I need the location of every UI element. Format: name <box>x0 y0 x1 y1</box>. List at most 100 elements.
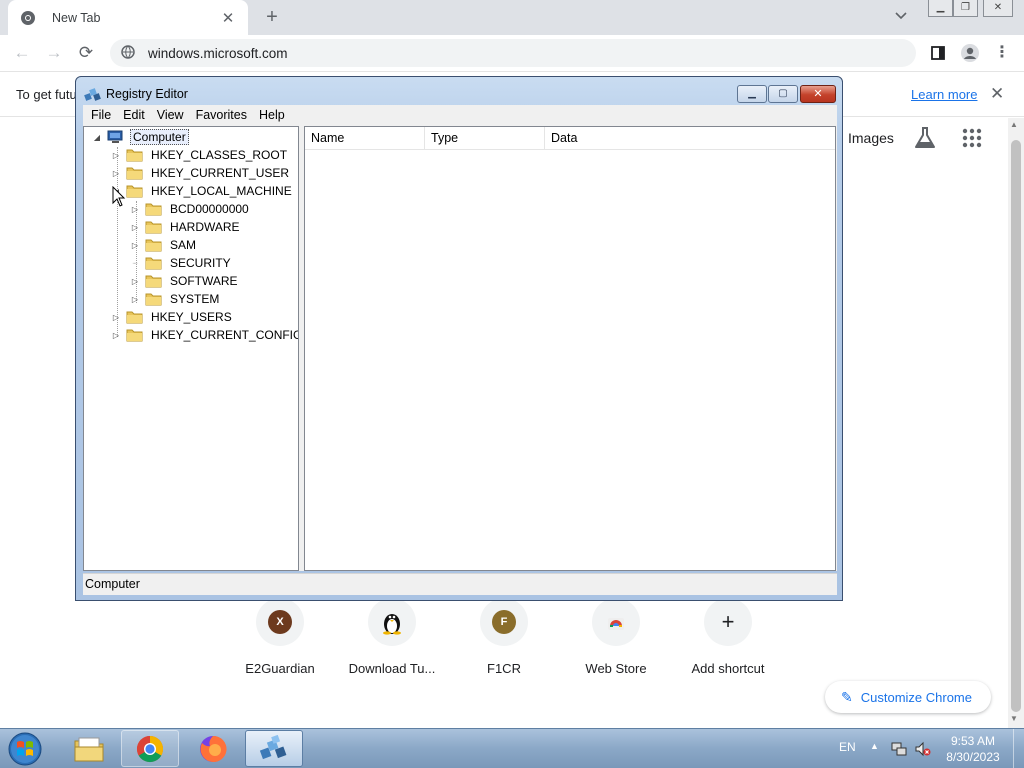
tree-node-hkey-users[interactable]: ▷ HKEY_USERS <box>111 308 234 326</box>
tree-label: HKEY_USERS <box>151 310 232 324</box>
regedit-body: ◢ Computer ▷ HKEY_CLASSES_ROOT ▷ HKEY_CU… <box>83 125 837 571</box>
shortcut-f1cr[interactable]: F F1CR <box>448 598 560 676</box>
tab-search-chevron-icon[interactable] <box>895 9 907 23</box>
shortcut-tile: F <box>480 598 528 646</box>
page-scrollbar-thumb[interactable] <box>1011 140 1021 712</box>
column-header-data[interactable]: Data <box>545 127 835 150</box>
shortcut-tile <box>592 598 640 646</box>
add-shortcut-tile: + <box>704 598 752 646</box>
tree-node-system[interactable]: ▷ SYSTEM <box>130 290 221 308</box>
registry-editor-icon <box>259 734 287 759</box>
scroll-up-arrow-icon[interactable]: ▲ <box>1010 120 1018 129</box>
tab-close-icon[interactable]: ✕ <box>218 9 238 27</box>
start-button[interactable] <box>5 730 45 768</box>
values-list-header: Name Type Data <box>305 127 835 150</box>
expand-arrow-icon[interactable]: ▷ <box>130 223 140 232</box>
back-arrow-icon[interactable]: ← <box>10 41 34 65</box>
tree-node-bcd00000000[interactable]: ▷ BCD00000000 <box>130 200 251 218</box>
tree-node-security[interactable]: ┈ SECURITY <box>130 254 233 272</box>
volume-muted-icon[interactable] <box>915 741 931 757</box>
tree-node-hkey-current-config[interactable]: ▷ HKEY_CURRENT_CONFIG <box>111 326 299 344</box>
show-hidden-icons-arrow-icon[interactable]: ▲ <box>870 741 879 751</box>
profile-avatar-icon[interactable] <box>958 41 982 65</box>
tree-label: HKEY_CURRENT_USER <box>151 166 290 180</box>
menu-file[interactable]: File <box>85 108 117 122</box>
tree-node-hardware[interactable]: ▷ HARDWARE <box>130 218 242 236</box>
tree-label: HKEY_LOCAL_MACHINE <box>151 184 292 198</box>
regedit-close-button[interactable]: ✕ <box>800 85 836 103</box>
menu-favorites[interactable]: Favorites <box>190 108 253 122</box>
expand-arrow-icon[interactable]: ▷ <box>111 313 121 322</box>
system-clock[interactable]: 9:53 AM 8/30/2023 <box>938 733 1008 765</box>
expand-arrow-icon[interactable]: ▷ <box>130 277 140 286</box>
shortcut-label: Download Tu... <box>348 661 436 676</box>
tree-node-computer[interactable]: ◢ Computer <box>92 128 189 146</box>
site-info-icon[interactable] <box>120 45 136 61</box>
taskbar-chrome[interactable] <box>121 730 179 767</box>
learn-more-link[interactable]: Learn more <box>911 87 977 102</box>
regedit-minimize-button[interactable]: ▁ <box>737 85 767 103</box>
menu-help[interactable]: Help <box>253 108 291 122</box>
registry-editor-title: Registry Editor <box>106 87 188 101</box>
regedit-status-bar: Computer <box>83 573 837 595</box>
tab-new-tab[interactable]: New Tab ✕ <box>8 0 248 35</box>
taskbar-file-explorer[interactable] <box>60 730 118 767</box>
tree-node-hkey-classes-root[interactable]: ▷ HKEY_CLASSES_ROOT <box>111 146 289 164</box>
taskbar-firefox[interactable] <box>184 730 242 767</box>
forward-arrow-icon[interactable]: → <box>42 41 66 65</box>
shortcut-e2guardian[interactable]: X E2Guardian <box>224 598 336 676</box>
expand-arrow-icon[interactable]: ▷ <box>130 241 140 250</box>
shortcut-letter-icon: X <box>268 610 292 634</box>
menu-edit[interactable]: Edit <box>117 108 151 122</box>
shortcut-tile <box>368 598 416 646</box>
registry-values-pane[interactable]: Name Type Data <box>304 126 836 571</box>
expand-arrow-icon[interactable]: ▷ <box>130 205 140 214</box>
language-indicator[interactable]: EN <box>839 740 856 754</box>
expand-arrow-icon[interactable]: ▷ <box>111 169 121 178</box>
expand-arrow-icon[interactable]: ▷ <box>130 295 140 304</box>
menu-view[interactable]: View <box>151 108 190 122</box>
tree-node-sam[interactable]: ▷ SAM <box>130 236 198 254</box>
side-panel-icon[interactable] <box>926 41 950 65</box>
folder-icon <box>126 148 143 162</box>
folder-icon <box>126 310 143 324</box>
computer-icon <box>107 130 124 144</box>
shortcut-add[interactable]: + Add shortcut <box>672 598 784 676</box>
folder-icon <box>145 220 162 234</box>
regedit-maximize-button[interactable]: ▢ <box>768 85 798 103</box>
tree-label: HKEY_CLASSES_ROOT <box>151 148 288 162</box>
window-minimize-button[interactable]: ▁ <box>928 0 953 17</box>
tree-node-hkey-current-user[interactable]: ▷ HKEY_CURRENT_USER <box>111 164 291 182</box>
regedit-menubar: File Edit View Favorites Help <box>83 105 837 125</box>
tab-title: New Tab <box>52 10 101 25</box>
address-bar[interactable]: windows.microsoft.com <box>110 39 916 67</box>
tree-node-hkey-local-machine[interactable]: ◢ HKEY_LOCAL_MACHINE <box>111 182 294 200</box>
taskbar-registry-editor[interactable] <box>245 730 303 767</box>
expand-arrow-icon[interactable]: ▷ <box>111 331 121 340</box>
window-restore-button[interactable]: ❐ <box>953 0 978 17</box>
column-header-type[interactable]: Type <box>425 127 545 150</box>
google-apps-icon[interactable] <box>962 128 982 148</box>
more-menu-icon[interactable]: ⋮ <box>990 41 1014 65</box>
shortcut-web-store[interactable]: Web Store <box>560 598 672 676</box>
folder-icon <box>126 184 143 198</box>
show-desktop-button[interactable] <box>1013 729 1024 768</box>
windows-logo-icon <box>8 732 42 766</box>
scroll-down-arrow-icon[interactable]: ▼ <box>1010 714 1018 723</box>
expand-arrow-icon[interactable]: ▷ <box>111 151 121 160</box>
tree-label: HKEY_CURRENT_CONFIG <box>151 328 299 342</box>
tree-node-software[interactable]: ▷ SOFTWARE <box>130 272 240 290</box>
shortcut-download-tu[interactable]: Download Tu... <box>336 598 448 676</box>
labs-flask-icon[interactable] <box>914 126 936 150</box>
tree-label: HARDWARE <box>170 220 240 234</box>
images-link[interactable]: Images <box>848 130 894 146</box>
new-tab-button[interactable]: + <box>260 5 284 29</box>
firefox-icon <box>200 735 227 762</box>
network-icon[interactable] <box>891 741 907 757</box>
customize-chrome-button[interactable]: ✎ Customize Chrome <box>825 681 991 713</box>
infobar-close-icon[interactable]: ✕ <box>990 84 1004 104</box>
collapse-arrow-icon[interactable]: ◢ <box>92 133 102 142</box>
reload-icon[interactable]: ⟳ <box>74 41 98 65</box>
window-close-button[interactable]: ✕ <box>983 0 1013 17</box>
column-header-name[interactable]: Name <box>305 127 425 150</box>
